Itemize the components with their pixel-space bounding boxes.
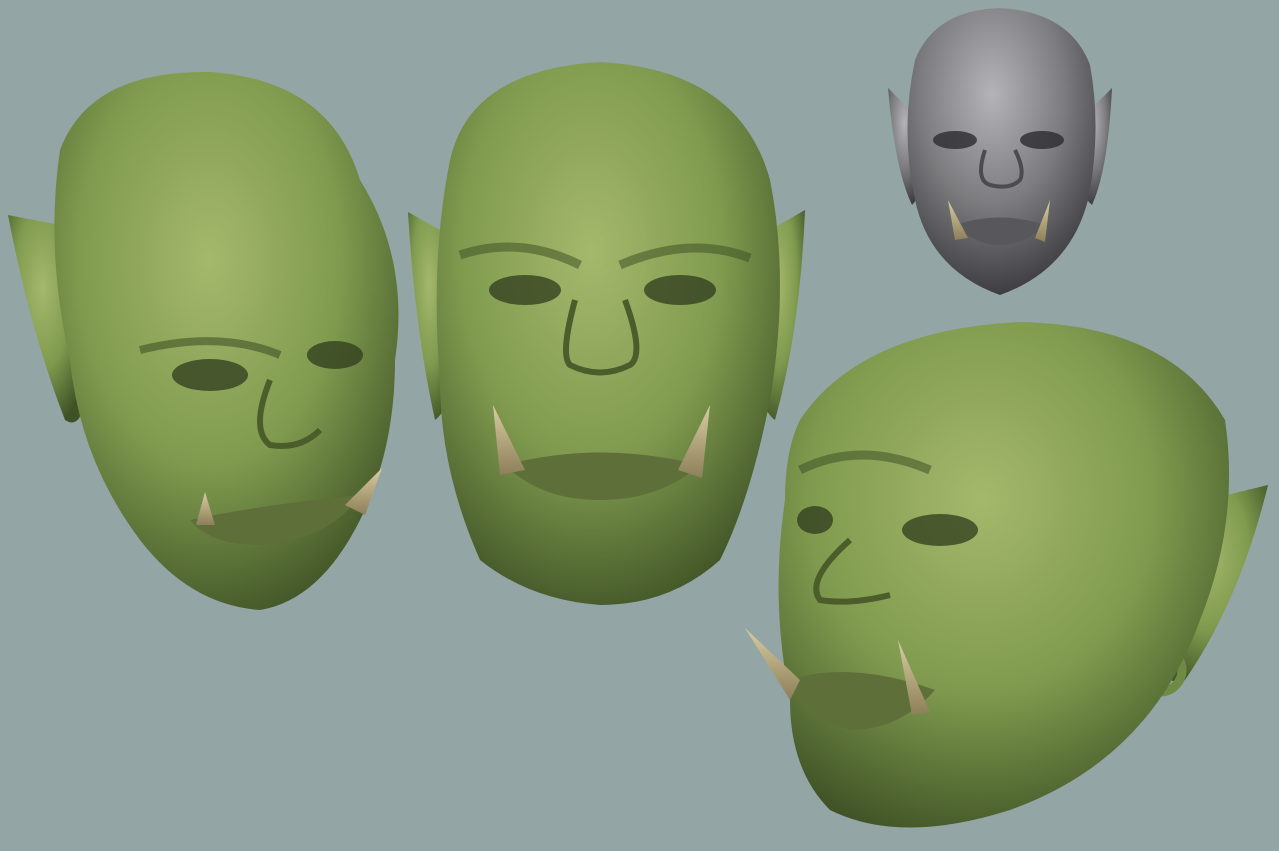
- orc-head-front: [408, 62, 805, 605]
- render-viewport: [0, 0, 1279, 851]
- orc-head-three-quarter-right: [745, 322, 1268, 828]
- orc-head-three-quarter-left: [8, 71, 399, 610]
- orc-heads-render: [8, 8, 1268, 828]
- orc-head-front-clay: [888, 8, 1112, 295]
